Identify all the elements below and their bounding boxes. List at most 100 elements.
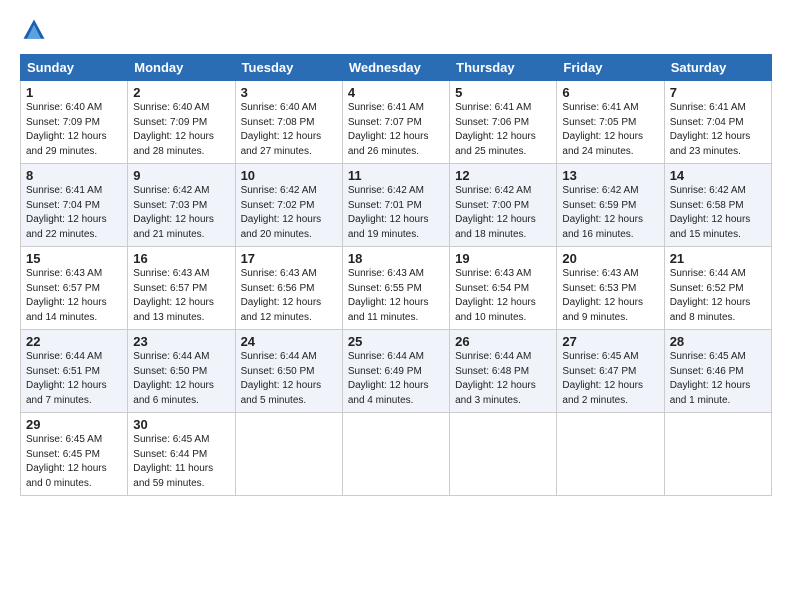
calendar-cell: 12 Sunrise: 6:42 AMSunset: 7:00 PMDaylig…	[450, 164, 557, 247]
calendar-header-row: SundayMondayTuesdayWednesdayThursdayFrid…	[21, 55, 772, 81]
day-number: 16	[133, 251, 229, 266]
calendar-cell: 18 Sunrise: 6:43 AMSunset: 6:55 PMDaylig…	[342, 247, 449, 330]
calendar-cell: 21 Sunrise: 6:44 AMSunset: 6:52 PMDaylig…	[664, 247, 771, 330]
calendar-cell	[557, 413, 664, 496]
day-info: Sunrise: 6:42 AMSunset: 7:00 PMDaylight:…	[455, 184, 551, 242]
day-info: Sunrise: 6:43 AMSunset: 6:57 PMDaylight:…	[133, 267, 229, 325]
day-info: Sunrise: 6:43 AMSunset: 6:53 PMDaylight:…	[562, 267, 658, 325]
day-info: Sunrise: 6:42 AMSunset: 7:02 PMDaylight:…	[241, 184, 337, 242]
day-number: 24	[241, 334, 337, 349]
logo-icon	[20, 16, 48, 44]
day-info: Sunrise: 6:44 AMSunset: 6:51 PMDaylight:…	[26, 350, 122, 408]
calendar-week-row: 22 Sunrise: 6:44 AMSunset: 6:51 PMDaylig…	[21, 330, 772, 413]
day-info: Sunrise: 6:45 AMSunset: 6:45 PMDaylight:…	[26, 433, 122, 491]
calendar-cell: 11 Sunrise: 6:42 AMSunset: 7:01 PMDaylig…	[342, 164, 449, 247]
calendar-cell: 25 Sunrise: 6:44 AMSunset: 6:49 PMDaylig…	[342, 330, 449, 413]
day-info: Sunrise: 6:40 AMSunset: 7:08 PMDaylight:…	[241, 101, 337, 159]
day-number: 10	[241, 168, 337, 183]
page: SundayMondayTuesdayWednesdayThursdayFrid…	[0, 0, 792, 612]
day-number: 9	[133, 168, 229, 183]
day-number: 2	[133, 85, 229, 100]
day-number: 12	[455, 168, 551, 183]
day-info: Sunrise: 6:43 AMSunset: 6:56 PMDaylight:…	[241, 267, 337, 325]
calendar-cell: 29 Sunrise: 6:45 AMSunset: 6:45 PMDaylig…	[21, 413, 128, 496]
day-info: Sunrise: 6:42 AMSunset: 7:03 PMDaylight:…	[133, 184, 229, 242]
day-number: 3	[241, 85, 337, 100]
day-info: Sunrise: 6:45 AMSunset: 6:44 PMDaylight:…	[133, 433, 229, 491]
calendar-cell: 14 Sunrise: 6:42 AMSunset: 6:58 PMDaylig…	[664, 164, 771, 247]
day-info: Sunrise: 6:43 AMSunset: 6:57 PMDaylight:…	[26, 267, 122, 325]
calendar-week-row: 15 Sunrise: 6:43 AMSunset: 6:57 PMDaylig…	[21, 247, 772, 330]
calendar-cell: 9 Sunrise: 6:42 AMSunset: 7:03 PMDayligh…	[128, 164, 235, 247]
calendar-day-header: Wednesday	[342, 55, 449, 81]
calendar-day-header: Saturday	[664, 55, 771, 81]
calendar-cell: 1 Sunrise: 6:40 AMSunset: 7:09 PMDayligh…	[21, 81, 128, 164]
day-info: Sunrise: 6:42 AMSunset: 6:59 PMDaylight:…	[562, 184, 658, 242]
day-number: 17	[241, 251, 337, 266]
calendar-cell: 28 Sunrise: 6:45 AMSunset: 6:46 PMDaylig…	[664, 330, 771, 413]
calendar-day-header: Friday	[557, 55, 664, 81]
day-info: Sunrise: 6:44 AMSunset: 6:50 PMDaylight:…	[241, 350, 337, 408]
day-info: Sunrise: 6:41 AMSunset: 7:05 PMDaylight:…	[562, 101, 658, 159]
day-info: Sunrise: 6:44 AMSunset: 6:49 PMDaylight:…	[348, 350, 444, 408]
day-number: 28	[670, 334, 766, 349]
day-info: Sunrise: 6:44 AMSunset: 6:50 PMDaylight:…	[133, 350, 229, 408]
calendar-cell: 30 Sunrise: 6:45 AMSunset: 6:44 PMDaylig…	[128, 413, 235, 496]
calendar-cell	[342, 413, 449, 496]
calendar-cell: 26 Sunrise: 6:44 AMSunset: 6:48 PMDaylig…	[450, 330, 557, 413]
calendar-cell: 22 Sunrise: 6:44 AMSunset: 6:51 PMDaylig…	[21, 330, 128, 413]
day-info: Sunrise: 6:41 AMSunset: 7:04 PMDaylight:…	[26, 184, 122, 242]
calendar-cell: 5 Sunrise: 6:41 AMSunset: 7:06 PMDayligh…	[450, 81, 557, 164]
day-info: Sunrise: 6:41 AMSunset: 7:07 PMDaylight:…	[348, 101, 444, 159]
calendar-table: SundayMondayTuesdayWednesdayThursdayFrid…	[20, 54, 772, 496]
calendar-cell: 7 Sunrise: 6:41 AMSunset: 7:04 PMDayligh…	[664, 81, 771, 164]
day-number: 5	[455, 85, 551, 100]
day-info: Sunrise: 6:43 AMSunset: 6:55 PMDaylight:…	[348, 267, 444, 325]
calendar-day-header: Tuesday	[235, 55, 342, 81]
calendar-day-header: Monday	[128, 55, 235, 81]
day-number: 14	[670, 168, 766, 183]
day-number: 1	[26, 85, 122, 100]
calendar-day-header: Sunday	[21, 55, 128, 81]
calendar-cell: 10 Sunrise: 6:42 AMSunset: 7:02 PMDaylig…	[235, 164, 342, 247]
calendar-cell: 16 Sunrise: 6:43 AMSunset: 6:57 PMDaylig…	[128, 247, 235, 330]
day-number: 19	[455, 251, 551, 266]
calendar-cell: 20 Sunrise: 6:43 AMSunset: 6:53 PMDaylig…	[557, 247, 664, 330]
day-number: 8	[26, 168, 122, 183]
day-info: Sunrise: 6:40 AMSunset: 7:09 PMDaylight:…	[26, 101, 122, 159]
day-number: 22	[26, 334, 122, 349]
calendar-cell: 23 Sunrise: 6:44 AMSunset: 6:50 PMDaylig…	[128, 330, 235, 413]
day-info: Sunrise: 6:42 AMSunset: 7:01 PMDaylight:…	[348, 184, 444, 242]
day-number: 25	[348, 334, 444, 349]
day-number: 20	[562, 251, 658, 266]
day-number: 6	[562, 85, 658, 100]
day-info: Sunrise: 6:44 AMSunset: 6:48 PMDaylight:…	[455, 350, 551, 408]
calendar-week-row: 8 Sunrise: 6:41 AMSunset: 7:04 PMDayligh…	[21, 164, 772, 247]
day-number: 13	[562, 168, 658, 183]
calendar-cell: 19 Sunrise: 6:43 AMSunset: 6:54 PMDaylig…	[450, 247, 557, 330]
calendar-cell: 24 Sunrise: 6:44 AMSunset: 6:50 PMDaylig…	[235, 330, 342, 413]
calendar-week-row: 29 Sunrise: 6:45 AMSunset: 6:45 PMDaylig…	[21, 413, 772, 496]
calendar-day-header: Thursday	[450, 55, 557, 81]
day-number: 29	[26, 417, 122, 432]
calendar-cell: 15 Sunrise: 6:43 AMSunset: 6:57 PMDaylig…	[21, 247, 128, 330]
calendar-cell: 27 Sunrise: 6:45 AMSunset: 6:47 PMDaylig…	[557, 330, 664, 413]
day-info: Sunrise: 6:45 AMSunset: 6:47 PMDaylight:…	[562, 350, 658, 408]
calendar-cell	[235, 413, 342, 496]
day-info: Sunrise: 6:41 AMSunset: 7:04 PMDaylight:…	[670, 101, 766, 159]
day-info: Sunrise: 6:44 AMSunset: 6:52 PMDaylight:…	[670, 267, 766, 325]
calendar-cell	[664, 413, 771, 496]
day-number: 21	[670, 251, 766, 266]
day-info: Sunrise: 6:40 AMSunset: 7:09 PMDaylight:…	[133, 101, 229, 159]
day-info: Sunrise: 6:45 AMSunset: 6:46 PMDaylight:…	[670, 350, 766, 408]
calendar-cell: 8 Sunrise: 6:41 AMSunset: 7:04 PMDayligh…	[21, 164, 128, 247]
logo	[20, 16, 52, 44]
day-number: 23	[133, 334, 229, 349]
day-info: Sunrise: 6:42 AMSunset: 6:58 PMDaylight:…	[670, 184, 766, 242]
calendar-cell: 17 Sunrise: 6:43 AMSunset: 6:56 PMDaylig…	[235, 247, 342, 330]
day-number: 15	[26, 251, 122, 266]
calendar-cell: 13 Sunrise: 6:42 AMSunset: 6:59 PMDaylig…	[557, 164, 664, 247]
day-number: 11	[348, 168, 444, 183]
calendar-cell	[450, 413, 557, 496]
header	[20, 16, 772, 44]
